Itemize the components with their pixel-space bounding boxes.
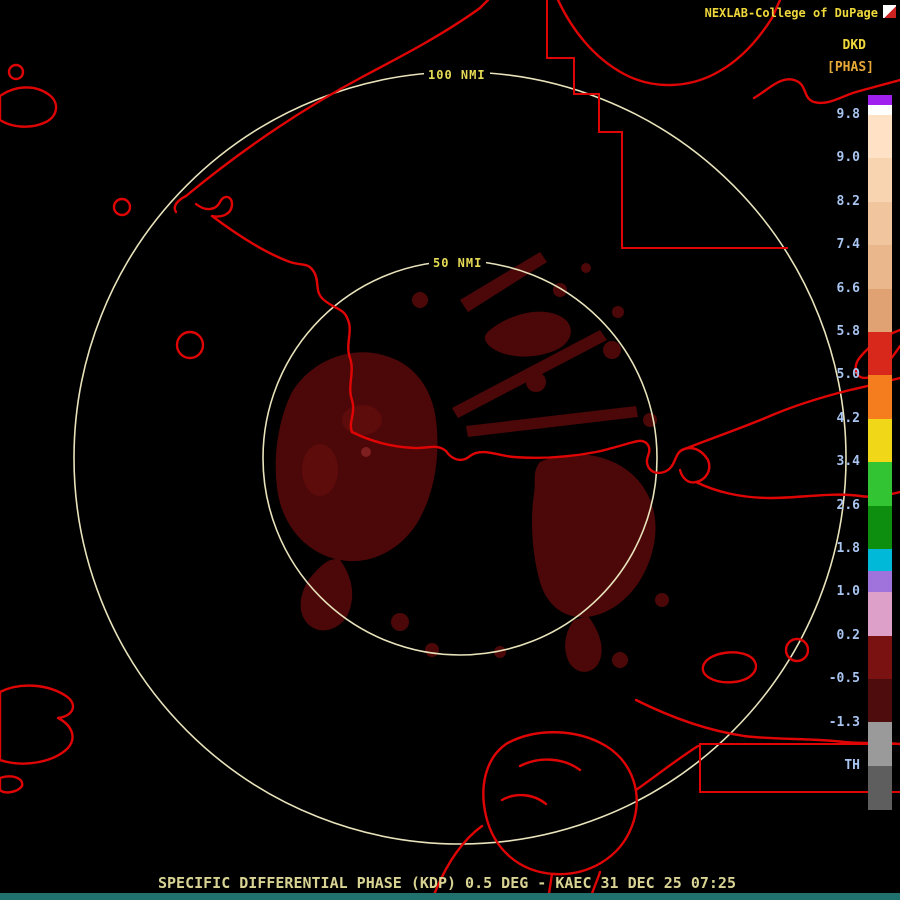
coastline-path (184, 0, 490, 198)
colorbar-stop (868, 592, 892, 636)
echo-streak (466, 406, 638, 437)
delta-outline (482, 731, 638, 876)
range-ring-100nmi (73, 71, 847, 845)
boundary-layer (546, 0, 900, 793)
range-ring-label-50nmi: 50 NMI (429, 255, 487, 271)
echo-patch (484, 311, 571, 357)
echo-layer (275, 252, 669, 672)
echo-speck (612, 652, 628, 668)
colorbar-stop (868, 765, 892, 810)
lake-outline (7, 63, 25, 81)
colorbar-stop (868, 462, 892, 506)
echo-hotspot (361, 447, 371, 457)
delta-detail (500, 758, 582, 806)
island-outline (701, 651, 758, 684)
echo-blob (532, 454, 656, 618)
lake-outline (784, 637, 810, 663)
lake-outline (112, 197, 132, 217)
echo-speck (391, 613, 409, 631)
colorbar-stop (868, 375, 892, 419)
echo-blob (275, 352, 438, 562)
product-caption: SPECIFIC DIFFERENTIAL PHASE (KDP) 0.5 DE… (158, 874, 736, 892)
echo-speck (526, 372, 546, 392)
island-outline (0, 684, 75, 765)
colorbar-stop (868, 635, 892, 680)
colorbar-stop (868, 288, 892, 332)
echo-blob (300, 559, 353, 631)
colorbar-stop (868, 548, 892, 571)
status-bar (0, 893, 900, 900)
colorbar-stop (868, 331, 892, 376)
echo-patch (302, 444, 338, 496)
range-rings (73, 71, 847, 845)
colorbar-stop (868, 505, 892, 549)
colorbar-stop (868, 722, 892, 766)
coastline-path (632, 439, 711, 484)
colorbar-stop (868, 95, 892, 105)
range-ring-label-100nmi: 100 NMI (424, 67, 490, 83)
echo-speck (655, 593, 669, 607)
colorbar (868, 95, 892, 810)
boundary-path (546, 0, 788, 249)
colorbar-stop (868, 418, 892, 463)
colorbar-stop (868, 679, 892, 723)
island-outline (0, 86, 58, 128)
colorbar-stop (868, 158, 892, 202)
colorbar-stop (868, 570, 892, 593)
coastline-path (194, 195, 234, 218)
coastline-layer (0, 0, 900, 900)
product-code: DKD (842, 38, 866, 53)
lake-outline (175, 330, 205, 360)
echo-speck (412, 292, 428, 308)
echo-speck (581, 263, 591, 273)
island-outline (0, 775, 24, 794)
colorbar-stop (868, 245, 892, 289)
coastline-path (634, 698, 900, 746)
echo-speck (425, 643, 439, 657)
nexlab-title: NEXLAB-College of DuPage (704, 6, 878, 20)
echo-patch (342, 405, 382, 435)
colorbar-stop (868, 201, 892, 246)
cod-logo-icon (883, 5, 896, 18)
colorbar-stop (868, 115, 892, 159)
echo-blob (565, 616, 602, 672)
coastline-path (173, 194, 188, 214)
colorbar-stop (868, 105, 892, 115)
product-units: [PHAS] (827, 60, 874, 75)
echo-speck (612, 306, 624, 318)
echo-speck (603, 341, 621, 359)
radar-map (0, 0, 900, 900)
radar-display: 100 NMI 50 NMI NEXLAB-College of DuPage … (0, 0, 900, 900)
